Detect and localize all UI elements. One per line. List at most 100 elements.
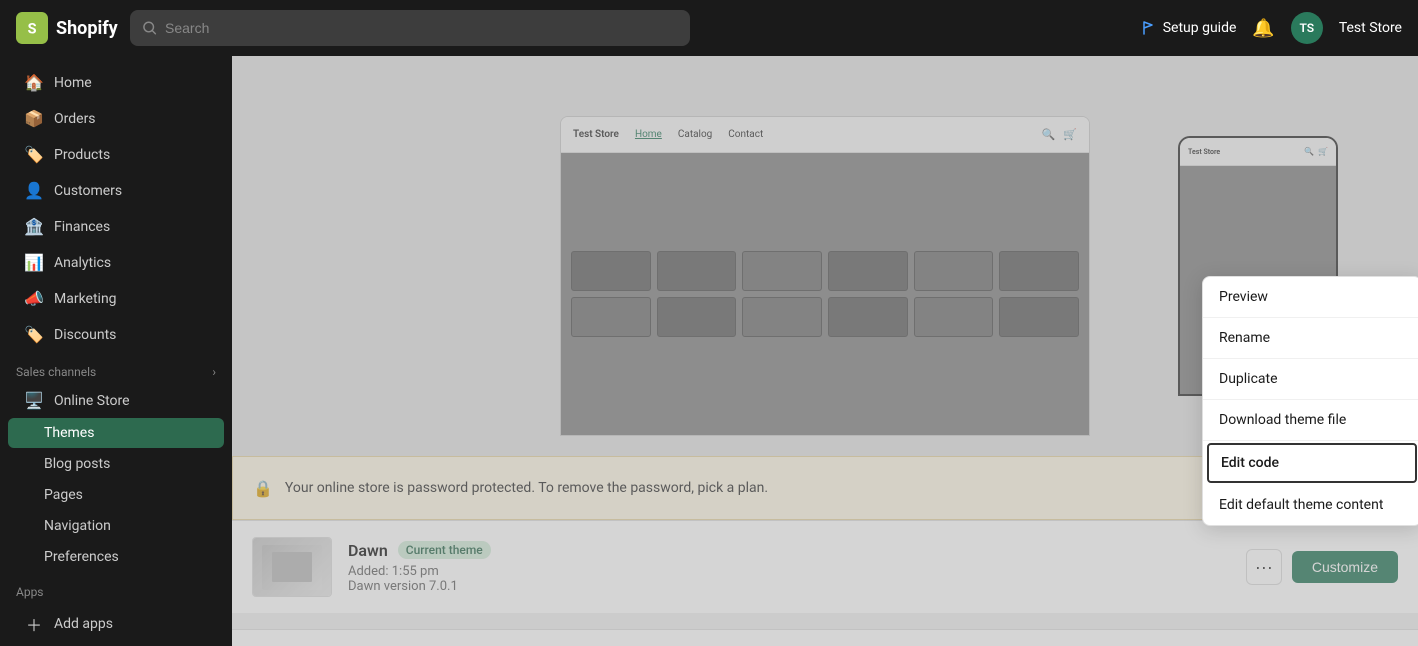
flag-icon [1141, 20, 1157, 36]
context-menu-duplicate[interactable]: Duplicate [1203, 359, 1418, 400]
theme-actions: ··· Customize [1246, 549, 1398, 585]
duplicate-label: Duplicate [1219, 371, 1278, 387]
orders-icon: 📦 [24, 109, 44, 128]
setup-guide-button[interactable]: Setup guide [1141, 20, 1237, 36]
main-layout: 🏠 Home 📦 Orders 🏷️ Products 👤 Customers … [0, 56, 1418, 646]
nav-contact: Contact [728, 129, 763, 140]
analytics-icon: 📊 [24, 253, 44, 272]
mobile-browser-bar: Test Store 🔍 🛒 [1180, 138, 1336, 166]
lock-icon: 🔒 [253, 479, 273, 498]
sidebar-sub-item-blog-posts[interactable]: Blog posts [8, 449, 224, 479]
sidebar-item-analytics[interactable]: 📊 Analytics [8, 245, 224, 280]
blog-posts-label: Blog posts [44, 456, 110, 472]
theme-thumbnail-inner [253, 538, 331, 596]
sidebar-label-products: Products [54, 147, 110, 163]
store-name: Test Store [1339, 20, 1402, 36]
search-preview-icon: 🔍 [1042, 128, 1056, 141]
theme-name: Dawn [348, 541, 388, 560]
theme-added: Added: 1:55 pm [348, 564, 1230, 579]
search-bar[interactable] [130, 10, 690, 46]
store-name-preview: Test Store [573, 129, 619, 140]
content-area: Test Store Home Catalog Contact 🔍 🛒 [232, 56, 1418, 646]
cart-preview-icon: 🛒 [1063, 128, 1077, 141]
edit-default-label: Edit default theme content [1219, 497, 1383, 513]
nav-catalog: Catalog [678, 129, 712, 140]
current-theme-badge: Current theme [398, 541, 491, 559]
sidebar-item-add-apps[interactable]: ＋ Add apps [8, 604, 224, 644]
context-menu-edit-default[interactable]: Edit default theme content [1203, 485, 1418, 525]
sidebar-item-orders[interactable]: 📦 Orders [8, 101, 224, 136]
nav-home: Home [635, 129, 662, 140]
add-apps-icon: ＋ [24, 612, 44, 636]
marketing-icon: 📣 [24, 289, 44, 308]
theme-row: Dawn Current theme Added: 1:55 pm Dawn v… [232, 521, 1418, 613]
sidebar-label-customers: Customers [54, 183, 122, 199]
expand-icon[interactable]: › [212, 365, 216, 379]
context-menu: Preview Rename Duplicate Download theme … [1202, 276, 1418, 526]
download-label: Download theme file [1219, 412, 1346, 428]
navigation-label: Navigation [44, 518, 111, 534]
apps-section: Apps [0, 573, 232, 603]
browser-bar: Test Store Home Catalog Contact 🔍 🛒 [561, 117, 1089, 153]
avatar[interactable]: TS [1291, 12, 1323, 44]
context-menu-rename[interactable]: Rename [1203, 318, 1418, 359]
sidebar-sub-item-preferences[interactable]: Preferences [8, 542, 224, 572]
sales-channels-label: Sales channels [16, 365, 96, 379]
app-name: Shopify [56, 18, 118, 39]
rename-label: Rename [1219, 330, 1270, 346]
sidebar-label-finances: Finances [54, 219, 110, 235]
discounts-icon: 🏷️ [24, 325, 44, 344]
search-input[interactable] [165, 20, 678, 36]
sidebar-label-marketing: Marketing [54, 291, 117, 307]
sidebar-sub-item-navigation[interactable]: Navigation [8, 511, 224, 541]
sidebar-item-home[interactable]: 🏠 Home [8, 65, 224, 100]
sidebar-item-discounts[interactable]: 🏷️ Discounts [8, 317, 224, 352]
theme-section: Dawn Current theme Added: 1:55 pm Dawn v… [232, 520, 1418, 613]
sidebar-label-discounts: Discounts [54, 327, 116, 343]
sidebar-item-marketing[interactable]: 📣 Marketing [8, 281, 224, 316]
shopify-logo-icon: S [16, 12, 48, 44]
add-apps-label: Add apps [54, 616, 113, 632]
notifications-icon[interactable]: 🔔 [1252, 18, 1274, 39]
customize-button[interactable]: Customize [1292, 551, 1398, 583]
preferences-label: Preferences [44, 549, 119, 565]
context-menu-edit-code[interactable]: Edit code [1207, 443, 1417, 483]
setup-guide-label: Setup guide [1163, 20, 1237, 36]
svg-text:S: S [28, 21, 37, 38]
sidebar-item-online-store[interactable]: 🖥️ Online Store [8, 384, 224, 417]
online-store-icon: 🖥️ [24, 391, 44, 410]
password-message: Your online store is password protected.… [285, 480, 768, 496]
search-icon [142, 20, 157, 36]
home-icon: 🏠 [24, 73, 44, 92]
sidebar-item-finances[interactable]: 🏦 Finances [8, 209, 224, 244]
sidebar: 🏠 Home 📦 Orders 🏷️ Products 👤 Customers … [0, 56, 232, 646]
preview-label: Preview [1219, 289, 1268, 305]
sidebar-item-customers[interactable]: 👤 Customers [8, 173, 224, 208]
pages-label: Pages [44, 487, 83, 503]
edit-code-label: Edit code [1221, 455, 1279, 471]
preview-content [561, 153, 1089, 435]
avatar-initials: TS [1300, 21, 1315, 35]
sidebar-sub-item-pages[interactable]: Pages [8, 480, 224, 510]
top-nav-right: Setup guide 🔔 TS Test Store [1141, 12, 1402, 44]
theme-thumbnail [252, 537, 332, 597]
theme-version: Dawn version 7.0.1 [348, 579, 1230, 594]
sidebar-sub-item-themes[interactable]: Themes [8, 418, 224, 448]
theme-name-row: Dawn Current theme [348, 541, 1230, 560]
themes-label: Themes [44, 425, 94, 441]
sidebar-item-products[interactable]: 🏷️ Products [8, 137, 224, 172]
theme-library-section: Theme library Add theme ▼ [232, 629, 1418, 646]
apps-label: Apps [16, 585, 44, 599]
finances-icon: 🏦 [24, 217, 44, 236]
online-store-label: Online Store [54, 393, 130, 409]
desktop-preview: Test Store Home Catalog Contact 🔍 🛒 [560, 116, 1090, 436]
customers-icon: 👤 [24, 181, 44, 200]
theme-info: Dawn Current theme Added: 1:55 pm Dawn v… [348, 541, 1230, 594]
sidebar-label-orders: Orders [54, 111, 96, 127]
context-menu-preview[interactable]: Preview [1203, 277, 1418, 318]
sidebar-label-analytics: Analytics [54, 255, 111, 271]
logo[interactable]: S Shopify [16, 12, 118, 44]
context-menu-download[interactable]: Download theme file [1203, 400, 1418, 441]
top-nav: S Shopify Setup guide 🔔 TS Test Store [0, 0, 1418, 56]
theme-more-button[interactable]: ··· [1246, 549, 1282, 585]
